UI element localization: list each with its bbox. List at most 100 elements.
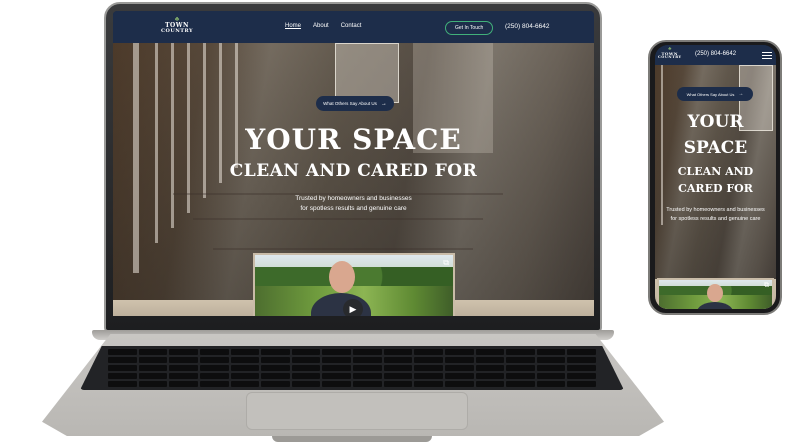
keyboard-key — [291, 381, 321, 387]
nav-home-link[interactable]: Home — [285, 23, 301, 29]
mobile-phone-number[interactable]: (250) 804-6642 — [695, 51, 736, 57]
keyboard-key — [506, 381, 535, 387]
keyboard-key — [108, 357, 137, 363]
laptop-keyboard — [80, 346, 624, 390]
hamburger-icon[interactable] — [762, 52, 772, 60]
keyboard-key — [199, 349, 229, 355]
arrow-right-icon: → — [738, 91, 744, 97]
mobile-testimonials-pill-button[interactable]: What Others Say About Us → — [677, 87, 753, 101]
keyboard-key — [230, 381, 260, 387]
keyboard-key — [383, 365, 413, 371]
keyboard-key — [291, 349, 321, 355]
keyboard-key — [353, 373, 382, 379]
keyboard-key — [536, 365, 566, 371]
keyboard-key — [261, 357, 290, 363]
site-logo[interactable]: ♣ TOWN COUNTRY — [161, 16, 193, 34]
keyboard-key — [506, 357, 535, 363]
testimonials-pill-button[interactable]: What Others Say About Us → — [316, 96, 394, 111]
keyboard-key — [322, 365, 351, 371]
keyboard-key — [199, 365, 229, 371]
keyboard-key — [506, 373, 535, 379]
video-person-body — [697, 302, 733, 309]
keyboard-key — [261, 349, 290, 355]
keyboard-key — [353, 349, 382, 355]
keyboard-key — [414, 349, 443, 355]
keyboard-key — [414, 373, 443, 379]
keyboard-key — [169, 349, 198, 355]
external-link-icon[interactable]: ⧉ — [764, 282, 769, 290]
keyboard-key — [536, 357, 566, 363]
keyboard-key — [414, 357, 443, 363]
video-person-head — [707, 284, 723, 302]
keyboard-key — [199, 357, 229, 363]
video-person-head — [329, 261, 355, 293]
mobile-hero-subtitle-line1: Trusted by homeowners and businesses — [666, 207, 765, 213]
keyboard-key — [322, 357, 351, 363]
keyboard-key — [567, 381, 596, 387]
keyboard-key — [444, 357, 474, 363]
keyboard-key — [169, 365, 198, 371]
keyboard-key — [199, 381, 229, 387]
laptop-front-lip — [272, 436, 432, 442]
keyboard-key — [230, 349, 260, 355]
keyboard-key — [567, 349, 596, 355]
logo-line2: COUNTRY — [658, 55, 682, 59]
mobile-testimonial-video[interactable]: ⧉ — [657, 278, 774, 309]
mobile-hero-section: What Others Say About Us → YOUR SPACE CL… — [655, 65, 776, 309]
keyboard-key — [230, 357, 260, 363]
keyboard-key — [291, 365, 321, 371]
keyboard-key — [138, 373, 168, 379]
mobile-hero-headline-line4: CARED FOR — [678, 182, 753, 195]
keyboard-key — [261, 373, 290, 379]
get-in-touch-button[interactable]: Get In Touch — [445, 21, 494, 35]
mobile-hero-subtitle-line2: for spotless results and genuine care — [670, 216, 761, 222]
mobile-hero-headline-line3: CLEAN AND — [677, 165, 754, 178]
keyboard-key — [353, 357, 382, 363]
hero-headline-line1: YOUR SPACE — [245, 123, 462, 156]
play-icon[interactable]: ▶ — [343, 299, 363, 316]
keyboard-key — [108, 373, 137, 379]
testimonial-video[interactable]: ▶ ⧉ — [253, 253, 455, 316]
keyboard-key — [506, 349, 535, 355]
nav-about-link[interactable]: About — [313, 23, 329, 29]
keyboard-key — [138, 357, 168, 363]
keyboard-key — [261, 365, 290, 371]
stair-step-edge — [193, 218, 483, 220]
hero-subtitle-line1: Trusted by homeowners and businesses — [295, 195, 412, 202]
keyboard-key — [230, 365, 260, 371]
keyboard-key — [444, 365, 474, 371]
mobile-hero-headline-line1: YOUR — [687, 112, 744, 132]
mobile-navbar: ♣ TOWN COUNTRY (250) 804-6642 — [655, 45, 776, 65]
keyboard-key — [108, 365, 137, 371]
keyboard-key — [383, 381, 413, 387]
keyboard-key — [444, 349, 474, 355]
keyboard-key — [322, 373, 351, 379]
arrow-right-icon: → — [380, 100, 387, 107]
nav-phone-number[interactable]: (250) 804-6642 — [505, 23, 549, 30]
hero-subtitle-line2: for spotless results and genuine care — [300, 205, 407, 212]
keyboard-key — [475, 357, 505, 363]
keyboard-key — [138, 365, 168, 371]
keyboard-key — [414, 365, 443, 371]
keyboard-key — [261, 381, 290, 387]
keyboard-key — [567, 357, 596, 363]
logo-line2: COUNTRY — [161, 28, 194, 34]
laptop-navbar: ♣ TOWN COUNTRY Home About Contact Get In… — [113, 11, 594, 43]
keyboard-key — [475, 365, 505, 371]
keyboard-key — [291, 357, 321, 363]
keyboard-key — [230, 373, 260, 379]
external-link-icon[interactable]: ⧉ — [443, 258, 449, 268]
keyboard-key — [291, 373, 321, 379]
laptop-screen: ♣ TOWN COUNTRY Home About Contact Get In… — [113, 11, 594, 316]
keyboard-key — [169, 357, 198, 363]
nav-contact-link[interactable]: Contact — [341, 23, 362, 29]
mobile-site-logo[interactable]: ♣ TOWN COUNTRY — [658, 47, 682, 60]
keyboard-key — [353, 381, 382, 387]
keyboard-key — [169, 381, 198, 387]
keyboard-key — [383, 349, 413, 355]
keyboard-key — [383, 373, 413, 379]
keyboard-key — [199, 373, 229, 379]
keyboard-key — [322, 381, 351, 387]
nav-links: Home About Contact — [285, 23, 361, 29]
hero-headline-line2: CLEAN AND CARED FOR — [229, 161, 478, 181]
